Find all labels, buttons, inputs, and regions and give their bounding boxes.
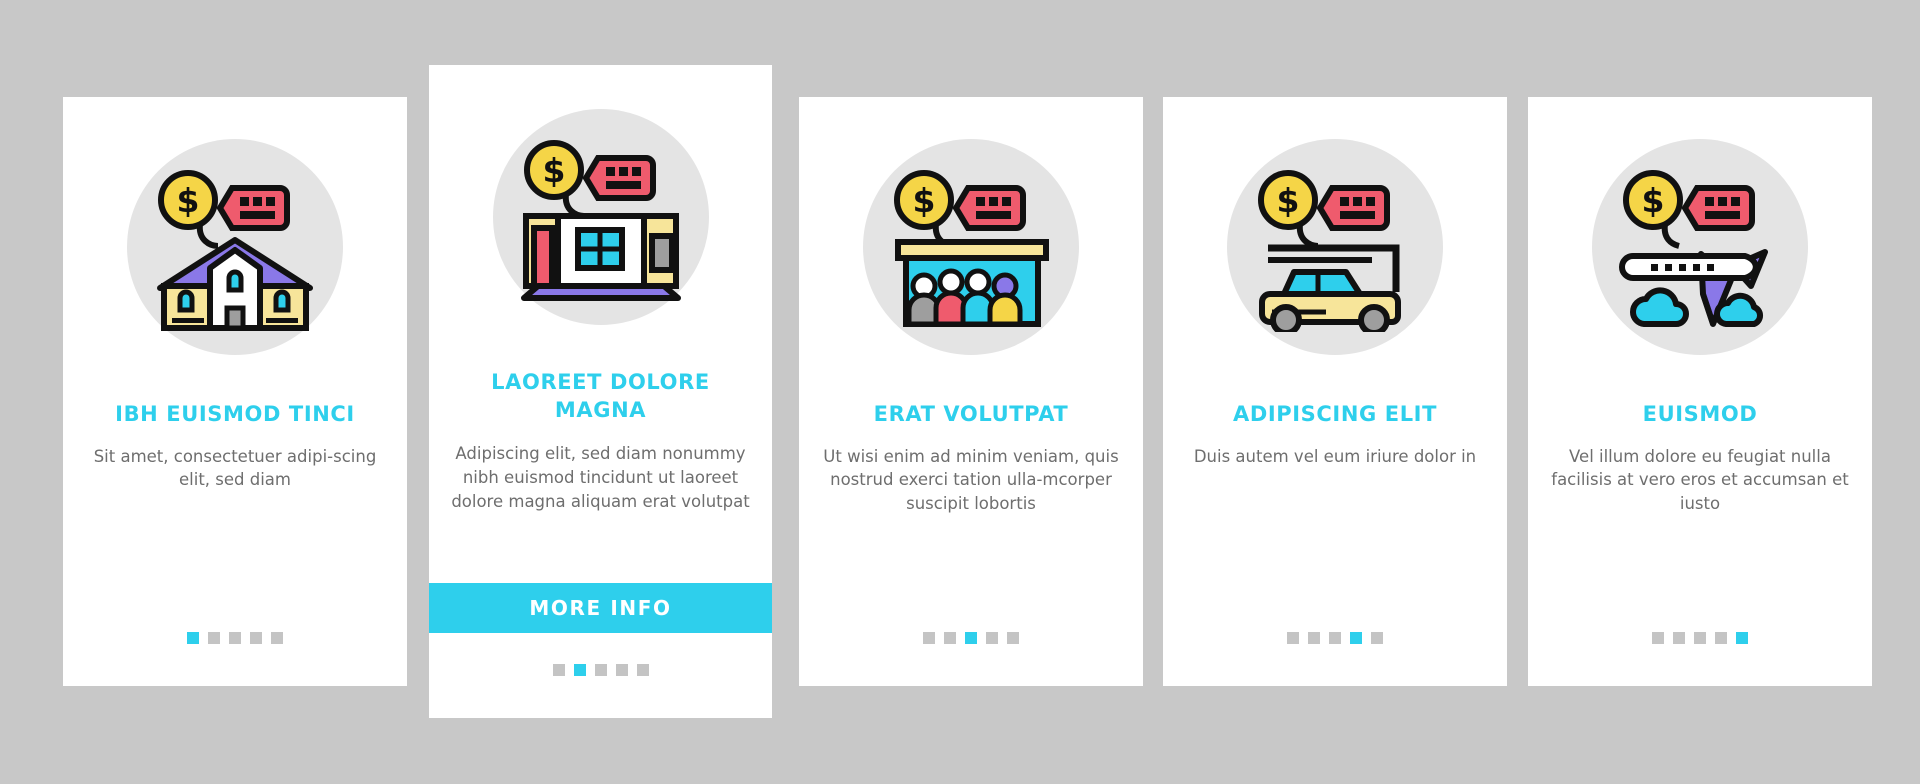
onboarding-card-1[interactable]: $ IBH EUISMOD TINCI Sit amet, consectetu… [63, 97, 407, 686]
card-title: EUISMOD [1642, 402, 1758, 426]
pagination-dot[interactable] [965, 632, 977, 644]
card-title: LAOREET DOLORE MAGNA [491, 370, 710, 422]
pagination-dot[interactable] [615, 664, 628, 676]
pagination-dot[interactable] [187, 632, 199, 644]
pagination-dot[interactable] [1694, 632, 1706, 644]
pagination-dots-2[interactable] [429, 664, 772, 676]
onboarding-card-3[interactable]: $ ERAT VOLUTPAT Ut wisi enim ad minim ve… [799, 97, 1143, 686]
pagination-dot[interactable] [594, 664, 607, 676]
card-body: Ut wisi enim ad minim veniam, quis nostr… [823, 446, 1119, 514]
svg-text:$: $ [913, 181, 936, 220]
pagination-dot[interactable] [573, 664, 586, 676]
medallion-3: $ [863, 139, 1079, 355]
card-title: ADIPISCING ELIT [1232, 402, 1438, 426]
onboarding-card-4[interactable]: $ ADIPISCING ELIT Duis autem vel eum iri… [1163, 97, 1507, 686]
airplane-price-icon: $ [1619, 170, 1768, 327]
pagination-dot[interactable] [229, 632, 241, 644]
onboarding-card-2[interactable]: $ LAOREET DOLORE MAGNA Adipiscing elit, … [429, 65, 772, 718]
pagination-dots-3[interactable] [799, 632, 1143, 644]
pagination-dot[interactable] [552, 664, 565, 676]
pagination-dot[interactable] [271, 632, 283, 644]
svg-text:$: $ [542, 151, 565, 190]
card-body: Sit amet, consectetuer adipi-scing elit,… [93, 446, 377, 490]
svg-text:$: $ [1642, 181, 1665, 220]
pagination-dots-1[interactable] [63, 632, 407, 644]
card-body: Adipiscing elit, sed diam nonummy nibh e… [451, 444, 750, 511]
medallion-5: $ [1592, 139, 1808, 355]
pagination-dot[interactable] [1350, 632, 1362, 644]
medallion-2: $ [492, 109, 709, 325]
pagination-dot[interactable] [986, 632, 998, 644]
more-info-button[interactable]: More Info [429, 583, 772, 633]
svg-text:$: $ [1277, 181, 1300, 220]
car-price-icon: $ [1258, 170, 1401, 332]
pagination-dot[interactable] [1715, 632, 1727, 644]
svg-text:$: $ [177, 181, 200, 220]
card-title: ERAT VOLUTPAT [873, 402, 1069, 426]
pagination-dot[interactable] [250, 632, 262, 644]
card-title: IBH EUISMOD TINCI [115, 402, 355, 426]
icon-area-4: $ [1163, 139, 1507, 355]
card-body: Duis autem vel eum iriure dolor in [1193, 446, 1477, 466]
card-body: Vel illum dolore eu feugiat nulla facili… [1551, 446, 1849, 514]
medallion-1: $ [127, 139, 343, 355]
onboarding-card-5[interactable]: $ EUISMOD Vel illum dolore eu feugiat nu… [1528, 97, 1872, 686]
medallion-4: $ [1227, 139, 1443, 355]
icon-area-1: $ [63, 139, 407, 355]
icon-area-5: $ [1528, 139, 1872, 355]
pagination-dot[interactable] [208, 632, 220, 644]
pagination-dot[interactable] [944, 632, 956, 644]
pagination-dot[interactable] [1736, 632, 1748, 644]
storefront-crowd-price-icon: $ [894, 170, 1049, 327]
house-price-icon: $ [157, 170, 313, 331]
pagination-dot[interactable] [923, 632, 935, 644]
pagination-dot[interactable] [1329, 632, 1341, 644]
pagination-dots-5[interactable] [1528, 632, 1872, 644]
apartment-interior-price-icon: $ [520, 140, 681, 301]
pagination-dot[interactable] [1371, 632, 1383, 644]
pagination-dot[interactable] [1652, 632, 1664, 644]
icon-area-3: $ [799, 139, 1143, 355]
pagination-dot[interactable] [636, 664, 649, 676]
onboarding-screens-board: $ IBH EUISMOD TINCI Sit amet, consectetu… [0, 0, 1920, 784]
pagination-dot[interactable] [1673, 632, 1685, 644]
pagination-dot[interactable] [1308, 632, 1320, 644]
pagination-dot[interactable] [1287, 632, 1299, 644]
pagination-dot[interactable] [1007, 632, 1019, 644]
icon-area-2: $ [429, 109, 772, 325]
pagination-dots-4[interactable] [1163, 632, 1507, 644]
